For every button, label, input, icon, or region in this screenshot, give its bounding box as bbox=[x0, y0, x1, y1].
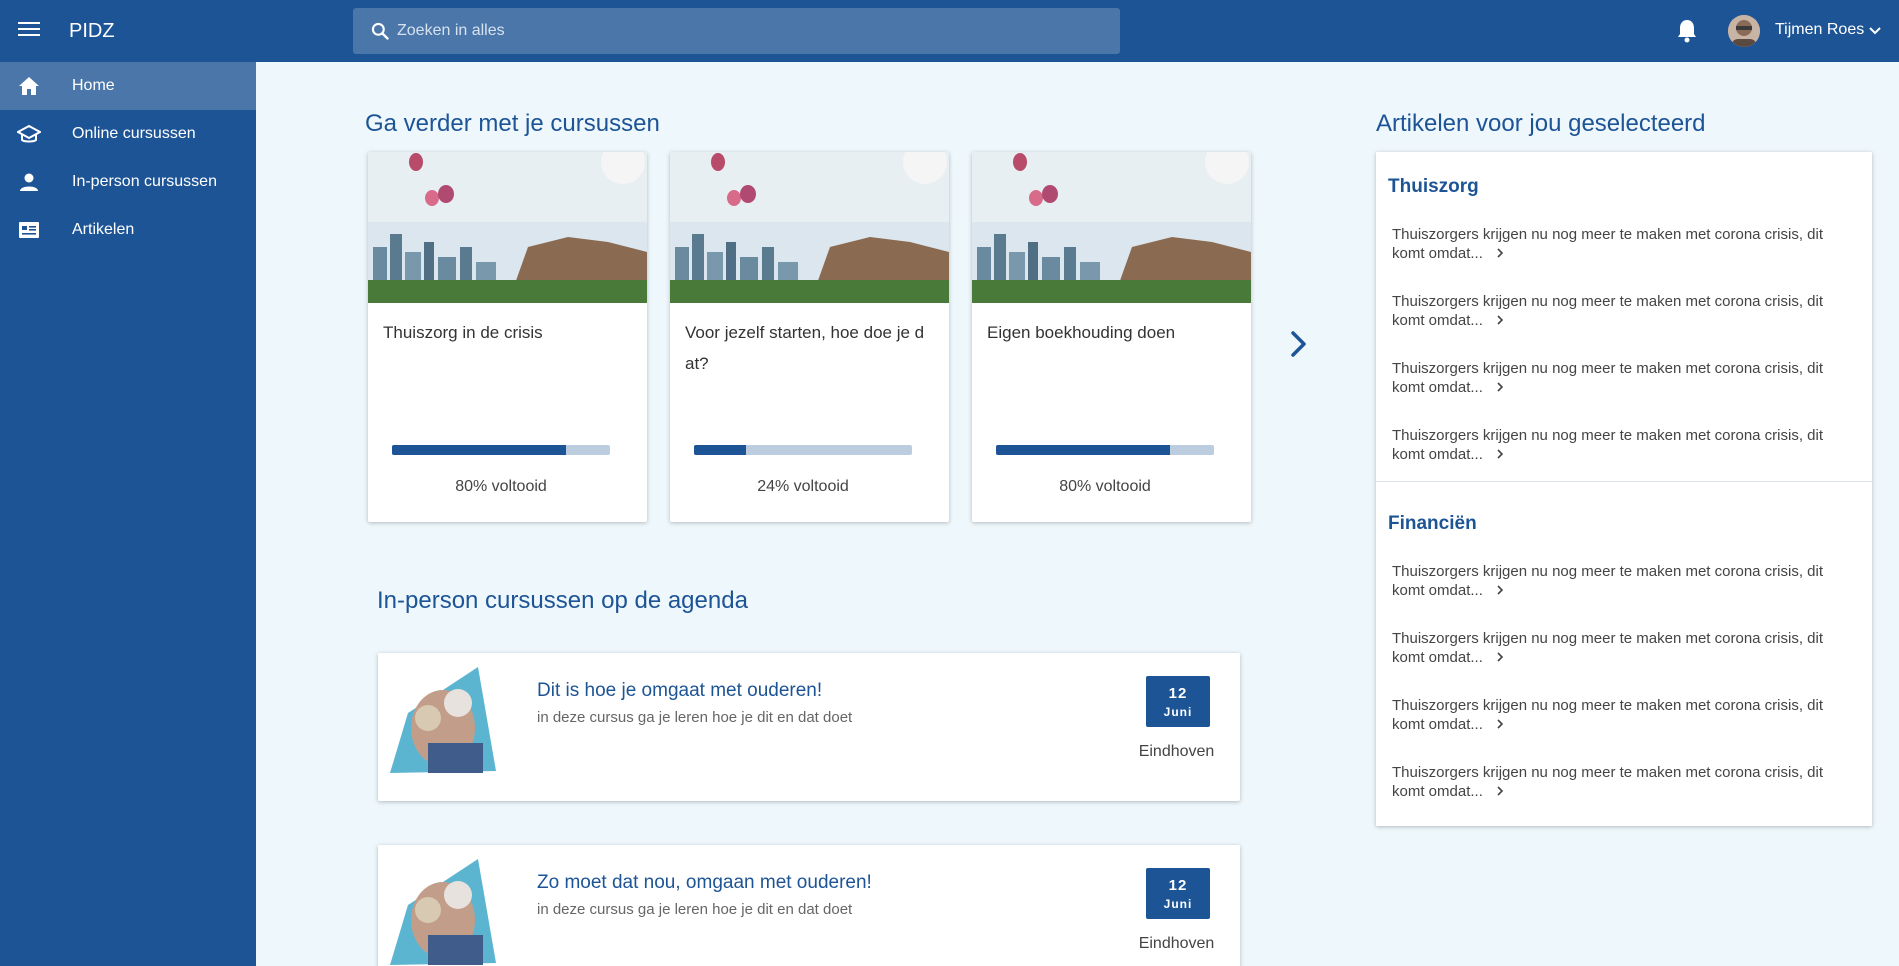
course-card[interactable]: Voor jezelf starten, hoe doe je d at? 24… bbox=[670, 152, 949, 522]
search-icon bbox=[363, 8, 397, 54]
carousel-next-chevron-icon[interactable] bbox=[1283, 326, 1313, 362]
event-location: Eindhoven bbox=[1138, 743, 1215, 760]
home-icon bbox=[0, 76, 58, 96]
article-snippet: Thuiszorgers krijgen nu nog meer te make… bbox=[1392, 697, 1824, 733]
course-title[interactable]: Voor jezelf starten, hoe doe je d at? bbox=[685, 317, 935, 379]
article-link[interactable]: Thuiszorgers krijgen nu nog meer te make… bbox=[1392, 763, 1852, 801]
article-snippet: Thuiszorgers krijgen nu nog meer te make… bbox=[1392, 360, 1824, 396]
chevron-right-icon bbox=[1495, 582, 1505, 595]
event-day: 12 bbox=[1168, 877, 1188, 894]
event-card[interactable]: Zo moet dat nou, omgaan met ouderen! in … bbox=[378, 845, 1240, 966]
search-input[interactable] bbox=[397, 22, 1097, 40]
progress-fill bbox=[392, 445, 567, 455]
article-snippet: Thuiszorgers krijgen nu nog meer te make… bbox=[1392, 427, 1824, 463]
article-link[interactable]: Thuiszorgers krijgen nu nog meer te make… bbox=[1392, 562, 1852, 600]
chevron-right-icon bbox=[1495, 312, 1505, 325]
sidebar-item-in-person-cursussen[interactable]: In-person cursussen bbox=[0, 158, 256, 206]
progress-bar bbox=[694, 445, 912, 455]
course-card[interactable]: Eigen boekhouding doen 80% voltooid bbox=[972, 152, 1251, 522]
chevron-right-icon bbox=[1495, 716, 1505, 729]
app-brand[interactable]: PIDZ bbox=[69, 20, 115, 43]
course-thumbnail bbox=[972, 152, 1251, 303]
article-snippet: Thuiszorgers krijgen nu nog meer te make… bbox=[1392, 630, 1824, 666]
course-card[interactable]: Thuiszorg in de crisis 80% voltooid bbox=[368, 152, 647, 522]
article-link[interactable]: Thuiszorgers krijgen nu nog meer te make… bbox=[1392, 696, 1852, 734]
event-month: Juni bbox=[1163, 897, 1193, 911]
graduation-cap-icon bbox=[0, 124, 58, 144]
sidebar-item-label: Home bbox=[72, 77, 115, 94]
course-title[interactable]: Thuiszorg in de crisis bbox=[383, 317, 633, 348]
article-link[interactable]: Thuiszorgers krijgen nu nog meer te make… bbox=[1392, 426, 1852, 464]
chevron-right-icon bbox=[1495, 245, 1505, 258]
hamburger-menu-icon[interactable] bbox=[18, 18, 40, 44]
notifications-bell-icon[interactable] bbox=[1675, 18, 1699, 44]
sidebar-nav: Home Online cursussen In-person cursusse… bbox=[0, 62, 256, 966]
course-thumbnail bbox=[670, 152, 949, 303]
article-icon bbox=[0, 221, 58, 239]
articles-panel: Thuiszorg Thuiszorgers krijgen nu nog me… bbox=[1376, 152, 1872, 826]
event-title[interactable]: Dit is hoe je omgaat met ouderen! bbox=[537, 680, 822, 702]
course-title[interactable]: Eigen boekhouding doen bbox=[987, 317, 1237, 348]
event-description: in deze cursus ga je leren hoe je dit en… bbox=[537, 901, 853, 918]
user-avatar[interactable] bbox=[1728, 15, 1760, 47]
event-title[interactable]: Zo moet dat nou, omgaan met ouderen! bbox=[537, 872, 872, 894]
chevron-right-icon bbox=[1495, 783, 1505, 796]
progress-bar bbox=[996, 445, 1214, 455]
article-snippet: Thuiszorgers krijgen nu nog meer te make… bbox=[1392, 226, 1824, 262]
progress-label: 80% voltooid bbox=[1059, 478, 1151, 495]
progress-fill bbox=[996, 445, 1171, 455]
event-date-badge: 12 Juni bbox=[1146, 868, 1210, 919]
progress-fill bbox=[694, 445, 747, 455]
section-divider bbox=[1376, 481, 1872, 482]
chevron-right-icon bbox=[1495, 446, 1505, 459]
course-thumbnail bbox=[368, 152, 647, 303]
sidebar-item-label: Online cursussen bbox=[72, 125, 196, 142]
chevron-right-icon bbox=[1495, 649, 1505, 662]
sidebar-item-artikelen[interactable]: Artikelen bbox=[0, 206, 256, 254]
event-description: in deze cursus ga je leren hoe je dit en… bbox=[537, 709, 853, 726]
event-image bbox=[378, 845, 528, 966]
search-bar[interactable] bbox=[353, 8, 1120, 54]
event-month: Juni bbox=[1163, 705, 1193, 719]
person-icon bbox=[0, 172, 58, 192]
article-snippet: Thuiszorgers krijgen nu nog meer te make… bbox=[1392, 764, 1824, 800]
event-date-badge: 12 Juni bbox=[1146, 676, 1210, 727]
event-image bbox=[378, 653, 528, 801]
chevron-right-icon bbox=[1495, 379, 1505, 392]
event-location: Eindhoven bbox=[1138, 935, 1215, 952]
progress-bar bbox=[392, 445, 610, 455]
article-snippet: Thuiszorgers krijgen nu nog meer te make… bbox=[1392, 563, 1824, 599]
top-app-bar: PIDZ Tijmen Roes bbox=[0, 0, 1899, 62]
article-link[interactable]: Thuiszorgers krijgen nu nog meer te make… bbox=[1392, 629, 1852, 667]
courses-heading: Ga verder met je cursussen bbox=[365, 110, 660, 137]
article-link[interactable]: Thuiszorgers krijgen nu nog meer te make… bbox=[1392, 292, 1852, 330]
progress-label: 24% voltooid bbox=[757, 478, 849, 495]
article-section-title: Thuiszorg bbox=[1388, 176, 1479, 197]
event-day: 12 bbox=[1168, 685, 1188, 702]
sidebar-item-home[interactable]: Home bbox=[0, 62, 256, 110]
article-link[interactable]: Thuiszorgers krijgen nu nog meer te make… bbox=[1392, 225, 1852, 263]
article-section-title: Financiën bbox=[1388, 513, 1477, 534]
article-link[interactable]: Thuiszorgers krijgen nu nog meer te make… bbox=[1392, 359, 1852, 397]
progress-label: 80% voltooid bbox=[455, 478, 547, 495]
sidebar-item-label: In-person cursussen bbox=[72, 173, 217, 190]
sidebar-item-online-cursussen[interactable]: Online cursussen bbox=[0, 110, 256, 158]
sidebar-item-label: Artikelen bbox=[72, 221, 135, 238]
chevron-down-icon[interactable] bbox=[1868, 24, 1882, 38]
article-snippet: Thuiszorgers krijgen nu nog meer te make… bbox=[1392, 293, 1824, 329]
events-heading: In-person cursussen op de agenda bbox=[377, 587, 748, 614]
user-name[interactable]: Tijmen Roes bbox=[1775, 21, 1864, 39]
articles-heading: Artikelen voor jou geselecteerd bbox=[1376, 110, 1706, 137]
event-card[interactable]: Dit is hoe je omgaat met ouderen! in dez… bbox=[378, 653, 1240, 801]
